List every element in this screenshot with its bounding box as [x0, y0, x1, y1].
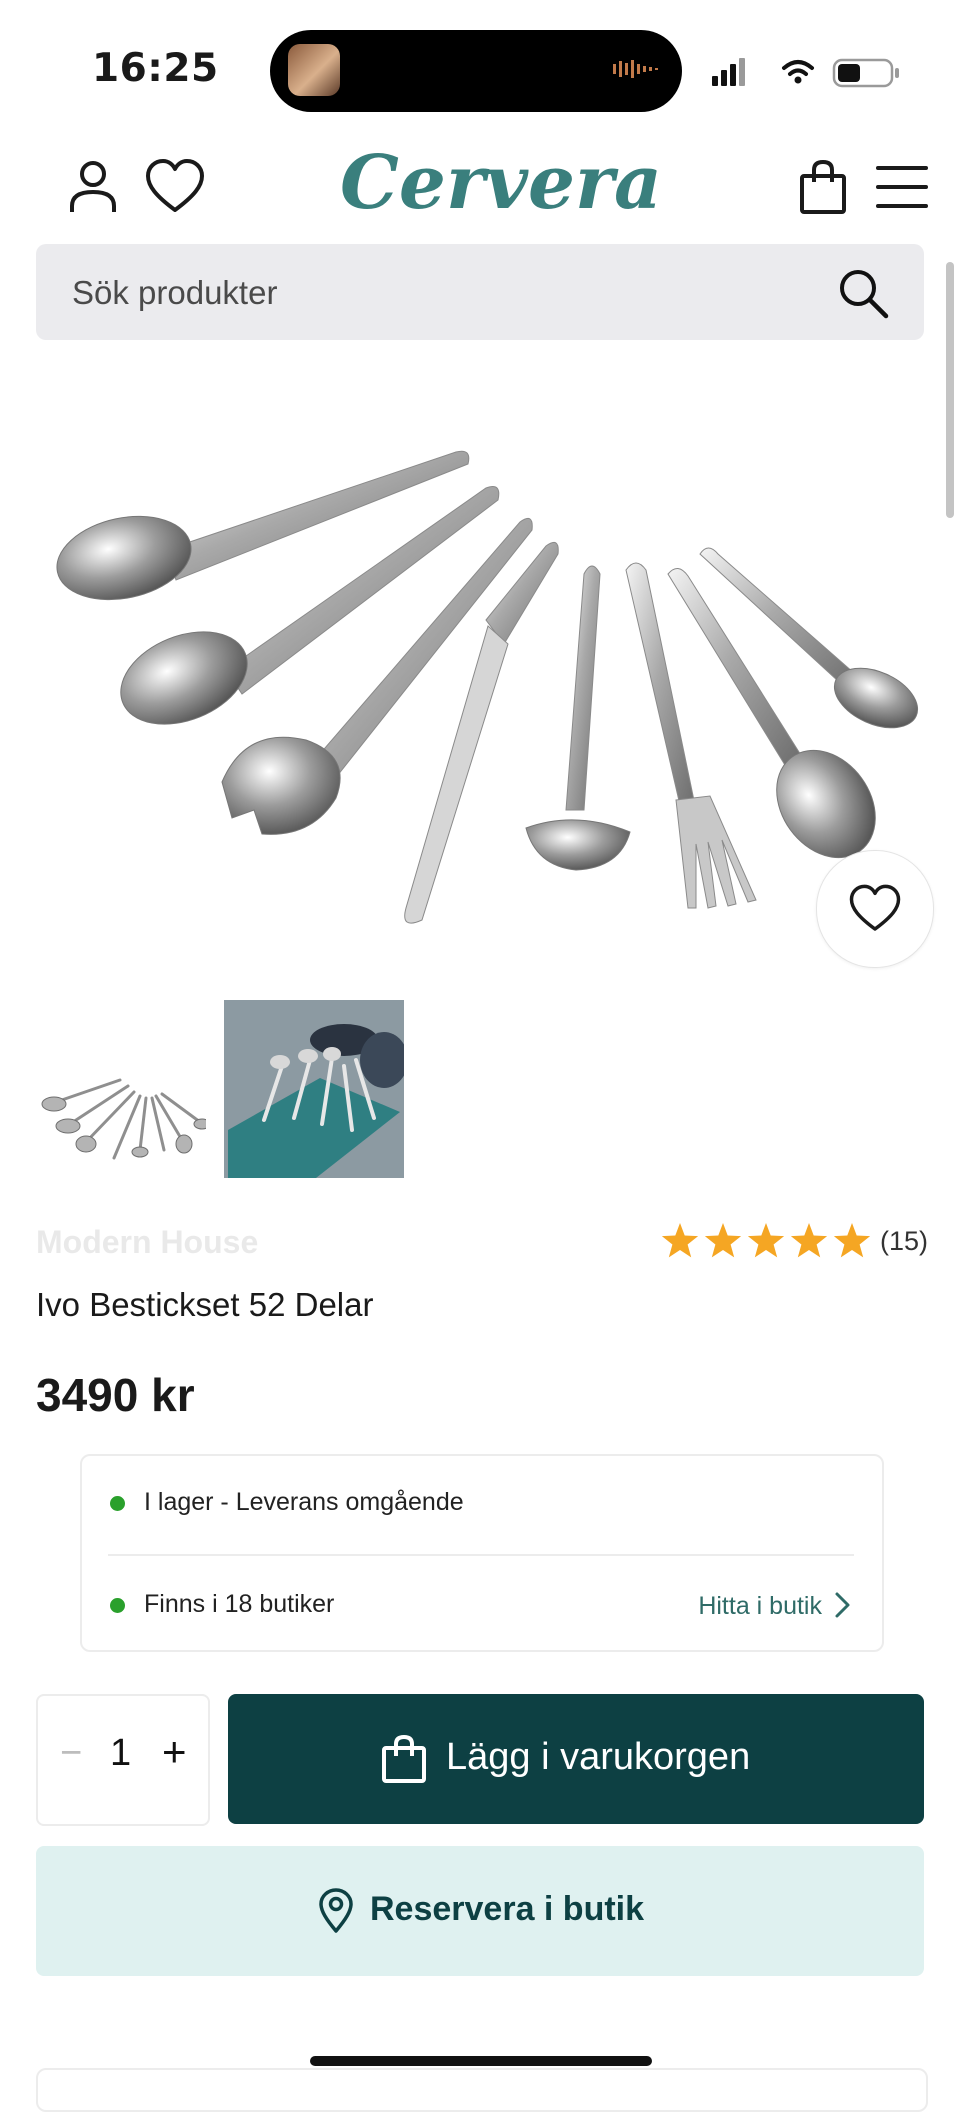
audio-wave-icon	[613, 60, 658, 78]
store-count-text: Finns i 18 butiker	[144, 1590, 335, 1618]
in-stock-indicator	[110, 1496, 125, 1511]
quantity-stepper: − 1 +	[36, 1694, 210, 1826]
divider	[108, 1554, 854, 1556]
star-icon	[704, 1223, 742, 1258]
product-image[interactable]	[36, 430, 924, 950]
star-icon	[661, 1223, 699, 1258]
next-section-card	[36, 2068, 928, 2112]
product-price: 3490 kr	[36, 1369, 195, 1421]
reserve-in-store-label: Reservera i butik	[370, 1890, 645, 1928]
wifi-icon	[782, 60, 814, 76]
battery-icon	[832, 58, 899, 88]
chevron-right-icon[interactable]	[832, 1590, 854, 1620]
quantity-value[interactable]: 1	[110, 1732, 131, 1775]
search-bar	[36, 244, 924, 342]
cellular-signal-icon	[712, 58, 745, 86]
thumbnail-2[interactable]	[224, 1000, 404, 1178]
stock-info-box: I lager - Leverans omgående Finns i 18 b…	[80, 1454, 884, 1652]
heart-icon[interactable]	[144, 156, 206, 218]
status-time: 16:25	[92, 46, 219, 91]
store-stock-indicator	[110, 1598, 125, 1613]
quantity-increase-button[interactable]: +	[162, 1728, 187, 1776]
star-icon	[790, 1223, 828, 1258]
find-in-store-link[interactable]: Hitta i butik	[698, 1592, 822, 1621]
rating-stars[interactable]	[660, 1222, 874, 1262]
location-pin-icon	[319, 1888, 353, 1933]
quantity-decrease-button[interactable]: −	[60, 1732, 82, 1775]
search-icon[interactable]	[836, 266, 890, 320]
thumbnail-1[interactable]	[36, 1000, 206, 1178]
heart-icon	[849, 884, 901, 931]
star-icon	[833, 1223, 871, 1258]
product-brand[interactable]: Modern House	[36, 1224, 258, 1261]
add-to-wishlist-button[interactable]	[816, 850, 934, 968]
add-to-cart-button[interactable]: Lägg i varukorgen	[228, 1694, 924, 1824]
home-indicator[interactable]	[310, 2056, 652, 2066]
scrollbar[interactable]	[946, 262, 954, 518]
hamburger-menu-icon[interactable]	[872, 156, 934, 218]
status-indicators	[712, 58, 899, 88]
shopping-bag-icon	[382, 1734, 426, 1783]
in-stock-text: I lager - Leverans omgående	[144, 1488, 464, 1516]
reserve-in-store-button[interactable]: Reservera i butik	[36, 1846, 924, 1976]
add-to-cart-label: Lägg i varukorgen	[446, 1736, 751, 1778]
cervera-logo[interactable]: Cervera	[340, 138, 662, 228]
search-input[interactable]	[70, 244, 834, 342]
star-icon	[747, 1223, 785, 1258]
rating-count[interactable]: (15)	[880, 1226, 928, 1257]
user-icon[interactable]	[62, 156, 124, 218]
shopping-bag-icon[interactable]	[792, 156, 854, 218]
live-activity-avatar	[288, 44, 340, 96]
product-title: Ivo Bestickset 52 Delar	[36, 1286, 374, 1323]
